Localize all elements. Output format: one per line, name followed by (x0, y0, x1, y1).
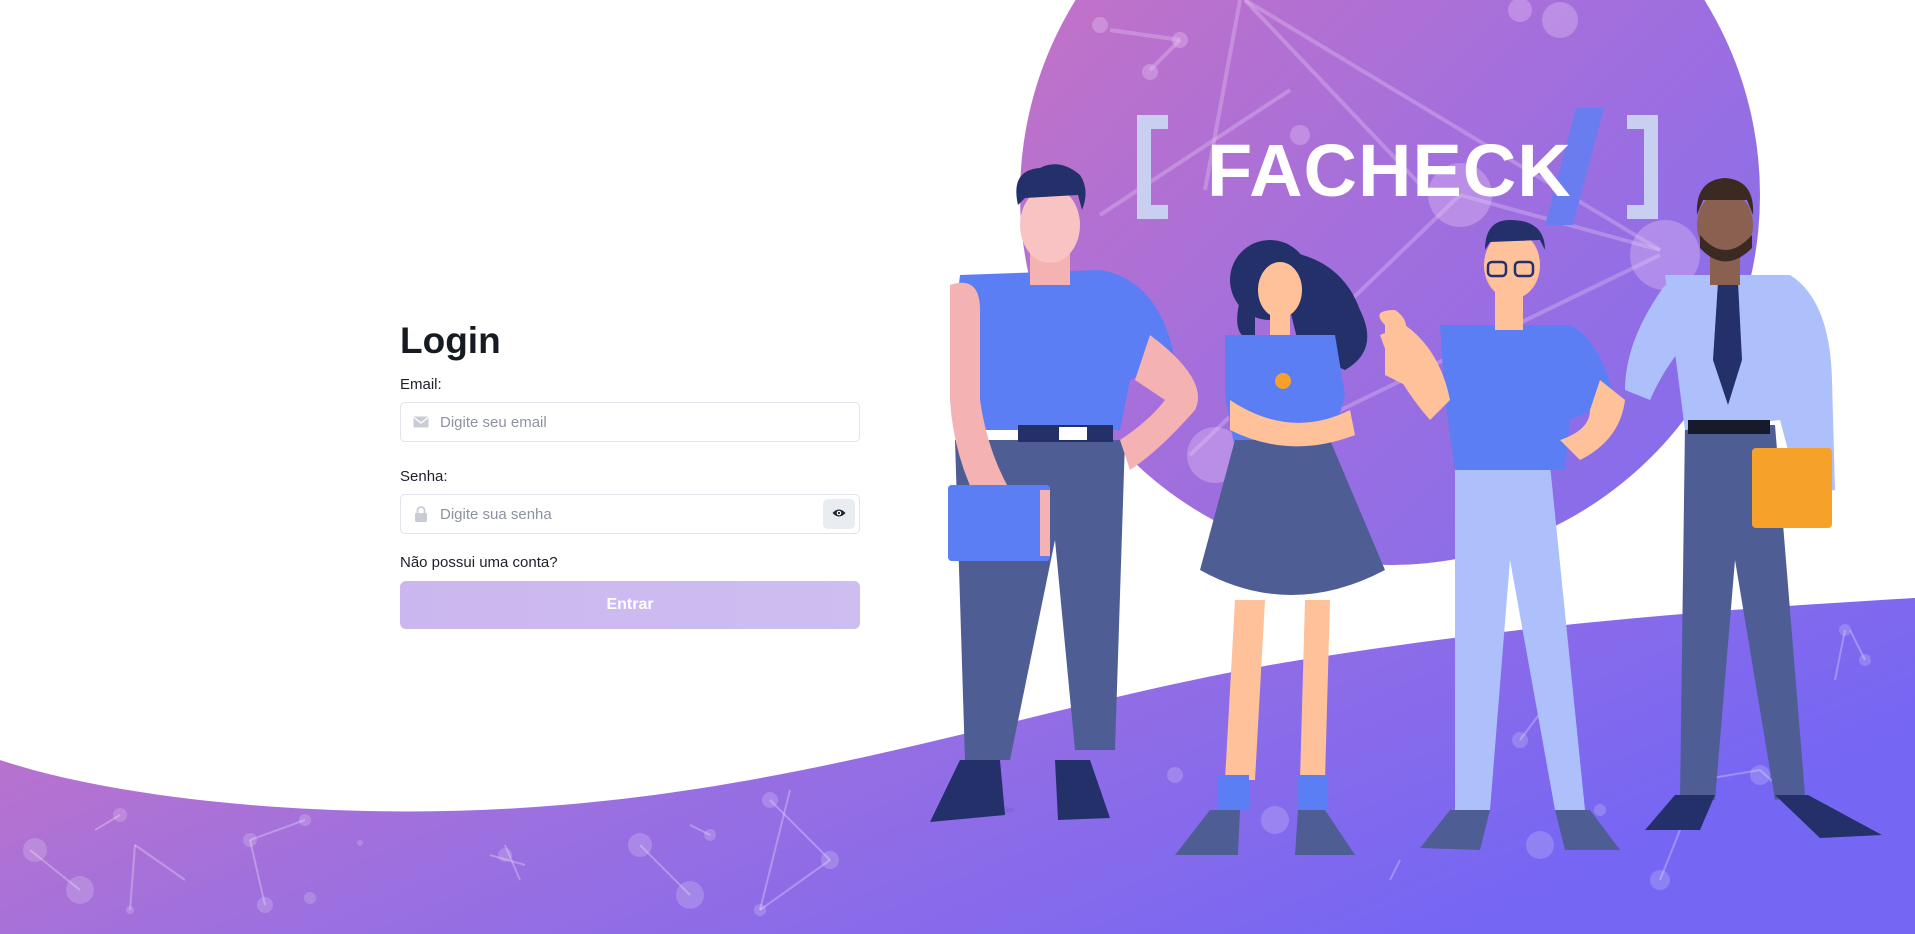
lock-icon (412, 505, 430, 523)
envelope-icon (412, 413, 430, 431)
password-field-container (400, 494, 860, 534)
email-input[interactable] (440, 404, 859, 440)
register-link[interactable]: Não possui uma conta? (400, 554, 860, 571)
login-submit-button[interactable]: Entrar (400, 581, 860, 629)
password-label: Senha: (400, 468, 448, 485)
password-input[interactable] (440, 496, 823, 532)
toggle-password-visibility-button[interactable] (823, 499, 855, 529)
email-field-container (400, 402, 860, 442)
email-label: Email: (400, 376, 442, 393)
login-page: FACHECK Login Email: Digite seu email Se… (0, 0, 1915, 934)
book-illustration (948, 485, 1050, 561)
hero-illustration: FACHECK (0, 0, 1915, 934)
eye-icon (832, 505, 846, 523)
login-form: Login Email: Senha: (400, 318, 860, 629)
page-title: Login (400, 320, 501, 361)
svg-text:FACHECK: FACHECK (1207, 129, 1572, 212)
